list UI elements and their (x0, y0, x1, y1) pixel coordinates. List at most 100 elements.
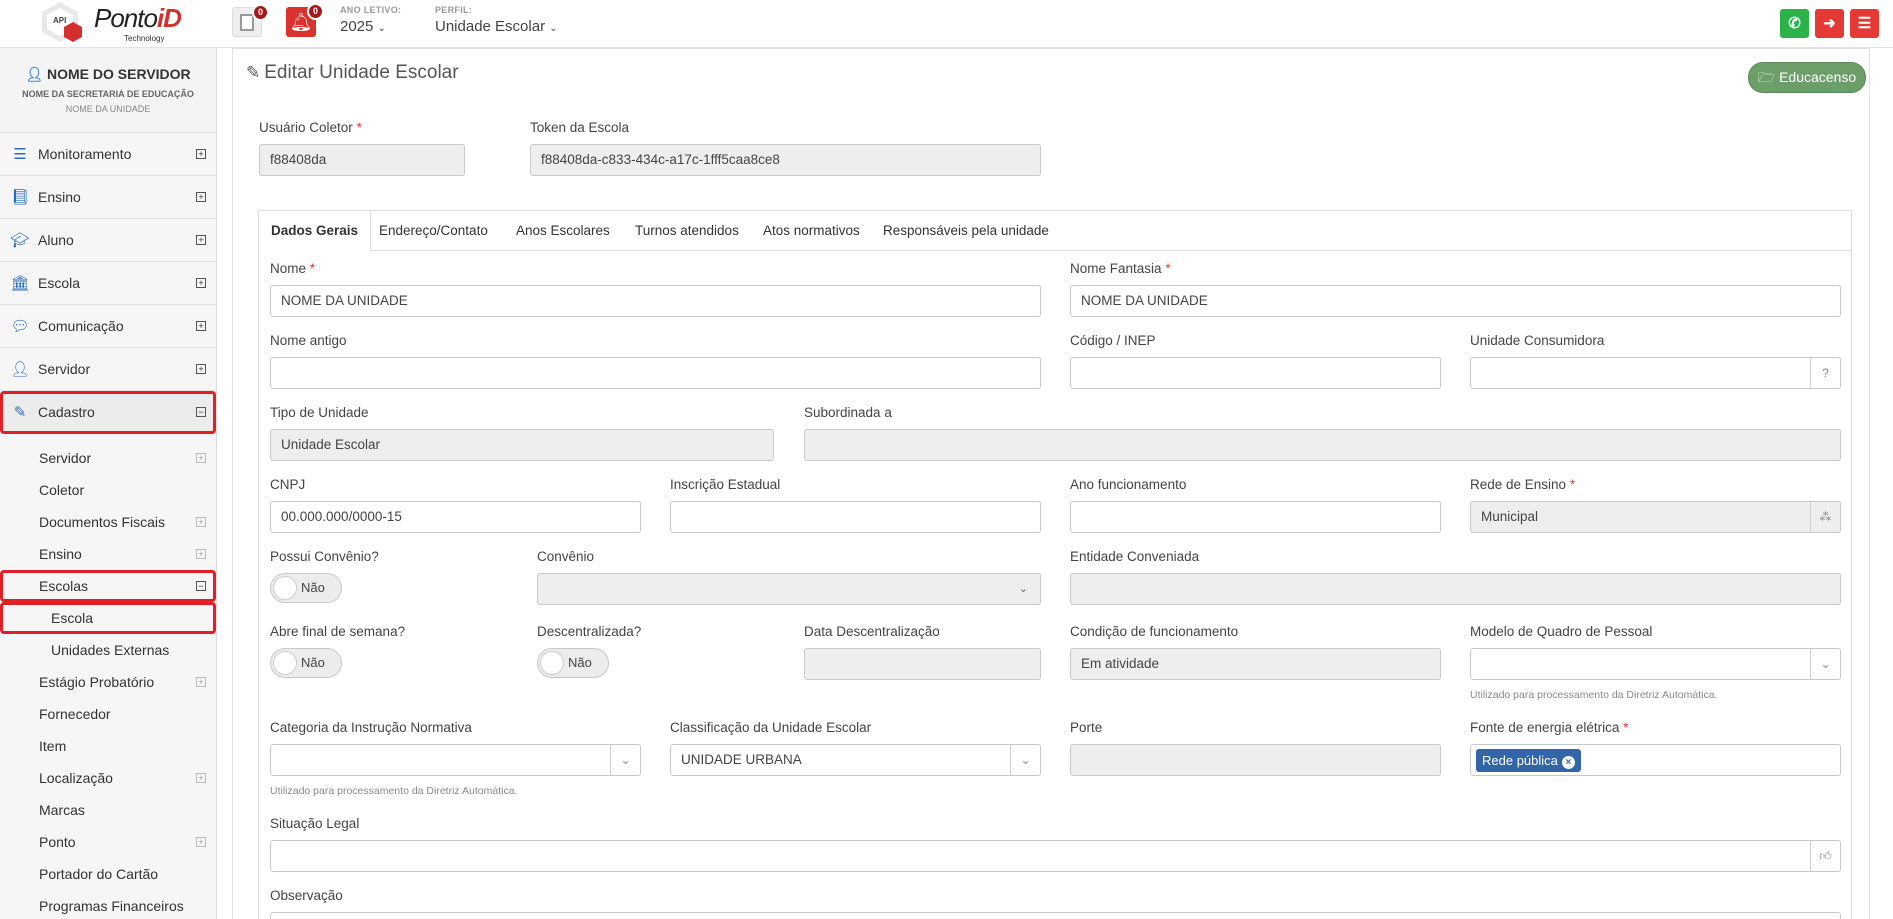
submenu-item-label: Marcas (39, 802, 85, 818)
tab-atos-normativos[interactable]: Atos normativos (751, 211, 872, 251)
sidebar-item-comunicacao[interactable]: 💬︎ Comunicação + (0, 305, 216, 348)
tab-turnos-atendidos[interactable]: Turnos atendidos (623, 211, 751, 251)
sidebar-item-aluno[interactable]: 🎓︎ Aluno + (0, 219, 216, 262)
sidebar-item-ensino[interactable]: 📘︎ Ensino + (0, 176, 216, 219)
alerts-button[interactable]: 🔔︎ 0 (286, 3, 324, 37)
submenu-item-escolas[interactable]: Escolas − (0, 570, 216, 602)
sidebar-item-label: Servidor (38, 361, 91, 377)
chevron-down-icon: ⌄ (549, 23, 558, 34)
categoria-instrucao-select[interactable]: ⌄ (270, 744, 641, 776)
ano-funcionamento-input[interactable] (1070, 501, 1441, 533)
submenu-item-ensino[interactable]: Ensino + (0, 538, 216, 570)
toggle-knob (273, 576, 297, 600)
logout-button[interactable]: ➜ (1815, 9, 1844, 38)
chevron-down-icon: ⌄ (377, 23, 386, 34)
nome-input[interactable]: NOME DA UNIDADE (270, 285, 1041, 317)
cubes-icon[interactable]: ⁂ (1810, 502, 1840, 532)
condicao-funcionamento-input[interactable]: Em atividade (1070, 648, 1441, 680)
expand-icon: + (196, 364, 206, 374)
porte-input[interactable] (1070, 744, 1441, 776)
usuario-coletor-input[interactable]: f88408da (259, 144, 465, 176)
submenu-item-unidades-externas[interactable]: Unidades Externas (0, 634, 216, 666)
abre-fim-semana-toggle[interactable]: Não (270, 648, 342, 678)
pontoid-logo[interactable]: API PontoiD Technology (38, 0, 182, 46)
classificacao-select[interactable]: UNIDADE URBANA ⌄ (670, 744, 1041, 776)
submenu-item-localizacao[interactable]: Localização + (0, 762, 216, 794)
submenu-item-label: Fornecedor (39, 706, 111, 722)
ano-letivo-value: 2025 (340, 18, 374, 35)
submenu-item-documentos-fiscais[interactable]: Documentos Fiscais + (0, 506, 216, 538)
page-title: ✎ Editar Unidade Escolar (246, 62, 459, 84)
sidebar-item-monitoramento[interactable]: ☰ Monitoramento + (0, 133, 216, 176)
data-descentralizacao-input[interactable] (804, 648, 1041, 680)
nome-antigo-input[interactable] (270, 357, 1041, 389)
situacao-legal-label: Situação Legal (270, 816, 360, 831)
convenio-select[interactable]: ⌄ (537, 573, 1041, 605)
logo-text-part2: iD (156, 3, 182, 33)
submenu-item-label: Programas Financeiros (39, 898, 184, 914)
nome-fantasia-input[interactable]: NOME DA UNIDADE (1070, 285, 1841, 317)
chip-label: Rede pública (1482, 753, 1558, 768)
whatsapp-button[interactable]: ✆ (1780, 9, 1809, 38)
classificacao-label: Classificação da Unidade Escolar (670, 720, 872, 735)
subordinada-input[interactable] (804, 429, 1841, 461)
tab-endereco-contato[interactable]: Endereço/Contato (367, 211, 500, 251)
cnpj-input[interactable]: 00.000.000/0000-15 (270, 501, 641, 533)
submenu-item-servidor[interactable]: Servidor + (0, 442, 216, 474)
expand-icon: + (196, 235, 206, 245)
tipo-unidade-input[interactable]: Unidade Escolar (270, 429, 774, 461)
submenu-item-item[interactable]: Item (0, 730, 216, 762)
modelo-quadro-select[interactable]: ⌄ (1470, 648, 1841, 680)
descentralizada-toggle[interactable]: Não (537, 648, 609, 678)
top-bar: API PontoiD Technology 0 🔔︎ 0 ANO LETIVO… (0, 0, 1893, 48)
sidebar-item-servidor[interactable]: 👤︎ Servidor + (0, 348, 216, 391)
required-marker: * (356, 120, 362, 135)
ano-letivo-selector[interactable]: ANO LETIVO: 2025 ⌄ (340, 5, 401, 35)
submenu-item-portador-cartao[interactable]: Portador do Cartão (0, 858, 216, 890)
label-text: Nome Fantasia (1070, 261, 1162, 276)
tipo-unidade-label: Tipo de Unidade (270, 405, 369, 420)
perfil-selector[interactable]: PERFIL: Unidade Escolar ⌄ (435, 5, 558, 35)
sidebar-item-cadastro[interactable]: ✎ Cadastro − (0, 391, 216, 434)
inscricao-estadual-input[interactable] (670, 501, 1041, 533)
submenu-item-ponto[interactable]: Ponto + (0, 826, 216, 858)
submenu-item-coletor[interactable]: Coletor (0, 474, 216, 506)
user-info: 👤︎ NOME DO SERVIDOR NOME DA SECRETARIA D… (0, 48, 216, 133)
token-escola-input[interactable]: f88408da-c833-434c-a17c-1fff5caa8ce8 (530, 144, 1041, 176)
required-marker: * (1569, 477, 1576, 492)
observacao-input[interactable] (270, 912, 1841, 919)
documents-button[interactable]: 0 (232, 4, 269, 37)
codigo-inep-input[interactable] (1070, 357, 1441, 389)
submenu-item-escola[interactable]: Escola (0, 602, 216, 634)
fonte-energia-chip[interactable]: Rede pública × (1476, 749, 1581, 772)
unidade-consumidora-input[interactable]: ? (1470, 357, 1841, 389)
submenu-item-estagio-probatorio[interactable]: Estágio Probatório + (0, 666, 216, 698)
tab-responsaveis[interactable]: Responsáveis pela unidade (871, 211, 1061, 251)
tab-dados-gerais[interactable]: Dados Gerais (259, 211, 372, 252)
modelo-quadro-label: Modelo de Quadro de Pessoal (1470, 624, 1653, 639)
possui-convenio-label: Possui Convênio? (270, 549, 379, 564)
thumbs-up-icon[interactable]: 👍︎ (1810, 841, 1840, 871)
required-marker: * (1623, 720, 1629, 735)
comment-icon: 💬︎ (10, 318, 30, 335)
submenu-item-programas-financeiros[interactable]: Programas Financeiros (0, 890, 216, 919)
submenu-item-marcas[interactable]: Marcas (0, 794, 216, 826)
entidade-conveniada-input[interactable] (1070, 573, 1841, 605)
sidebar-item-escola[interactable]: 🏛︎ Escola + (0, 262, 216, 305)
tab-anos-escolares[interactable]: Anos Escolares (504, 211, 622, 251)
submenu-item-fornecedor[interactable]: Fornecedor (0, 698, 216, 730)
categoria-instrucao-label: Categoria da Instrução Normativa (270, 720, 472, 735)
remove-chip-icon[interactable]: × (1561, 756, 1575, 769)
toggle-value: Não (301, 655, 325, 670)
submenu-item-label: Localização (39, 770, 113, 786)
perfil-label: PERFIL: (435, 5, 473, 15)
expand-icon: + (196, 453, 206, 463)
possui-convenio-toggle[interactable]: Não (270, 573, 342, 603)
menu-button[interactable]: ☰ (1850, 9, 1879, 38)
required-marker: * (1165, 261, 1171, 276)
educacenso-button[interactable]: 🗁 Educacenso (1748, 62, 1866, 93)
fonte-energia-multiselect[interactable]: Rede pública × (1470, 744, 1841, 776)
rede-ensino-input[interactable]: Municipal ⁂ (1470, 501, 1841, 533)
situacao-legal-input[interactable]: 👍︎ (270, 840, 1841, 872)
question-circle-icon[interactable]: ? (1810, 358, 1840, 388)
